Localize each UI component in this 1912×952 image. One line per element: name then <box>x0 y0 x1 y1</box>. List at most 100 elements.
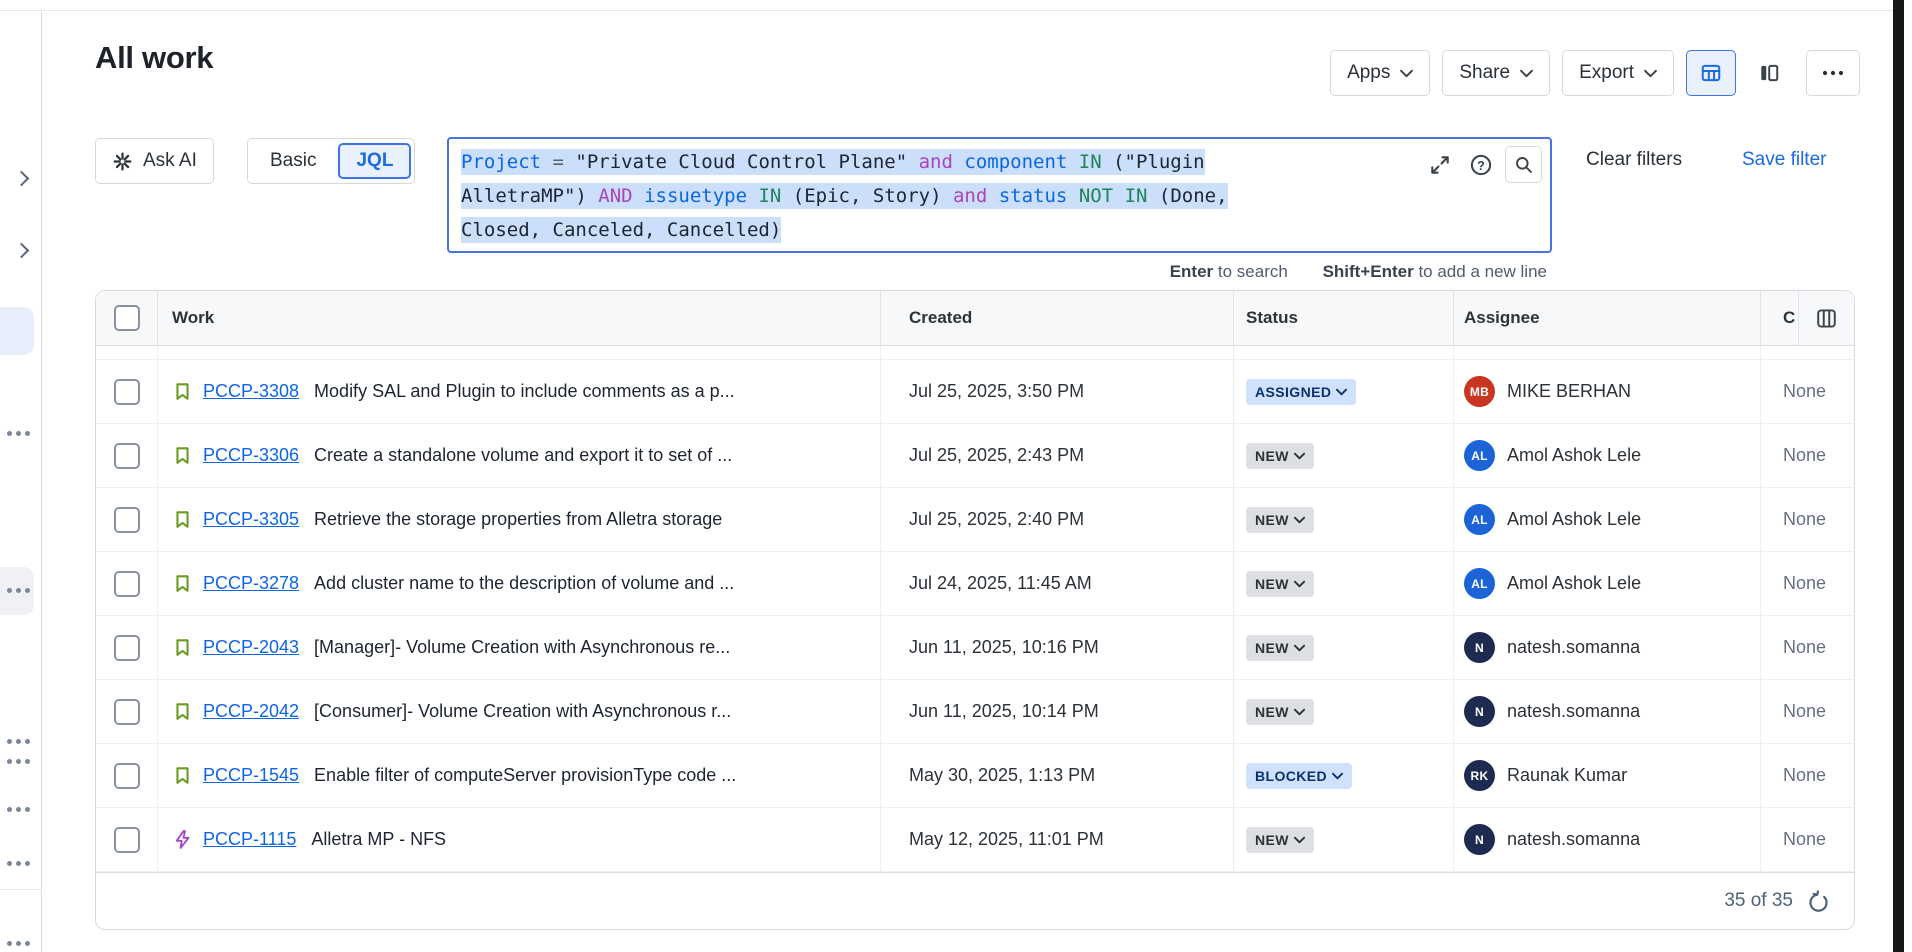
expand-editor-button[interactable] <box>1423 148 1457 182</box>
hint-enter-key: Enter <box>1170 262 1213 281</box>
table-row[interactable]: PCCP-3278 Add cluster name to the descri… <box>96 552 1854 616</box>
sidebar-fragment-block-gray[interactable] <box>0 567 34 615</box>
story-icon <box>172 637 193 658</box>
story-icon <box>172 509 193 530</box>
avatar: N <box>1464 696 1495 727</box>
detail-view-button[interactable] <box>1744 50 1794 96</box>
status-label: ASSIGNED <box>1255 384 1331 400</box>
sidebar-fragment-block-blue[interactable] <box>0 307 34 355</box>
status-badge[interactable]: NEW <box>1246 443 1314 469</box>
column-header-created[interactable]: Created <box>881 291 1234 345</box>
clear-filters-button[interactable]: Clear filters <box>1580 148 1688 172</box>
category-cell: None <box>1761 424 1854 487</box>
export-button-label: Export <box>1579 62 1634 84</box>
issue-summary: [Manager]- Volume Creation with Asynchro… <box>309 637 730 658</box>
issue-key-link[interactable]: PCCP-2043 <box>203 637 299 658</box>
avatar: RK <box>1464 760 1495 791</box>
column-header-status[interactable]: Status <box>1234 291 1454 345</box>
sidebar-fragment-dots <box>7 807 12 812</box>
category-cell: None <box>1761 744 1854 807</box>
category-cell: None <box>1761 488 1854 551</box>
table-header: Work Created Status Assignee C <box>96 291 1854 346</box>
chevron-down-icon <box>1332 772 1343 780</box>
avatar: N <box>1464 632 1495 663</box>
avatar: MB <box>1464 376 1495 407</box>
search-button[interactable] <box>1505 146 1542 183</box>
story-icon <box>172 701 193 722</box>
issue-key-link[interactable]: PCCP-3306 <box>203 445 299 466</box>
row-checkbox[interactable] <box>114 699 140 725</box>
story-icon <box>172 573 193 594</box>
issue-key-link[interactable]: PCCP-1115 <box>203 829 296 850</box>
category-cell: None <box>1761 616 1854 679</box>
table-row[interactable]: PCCP-2043 [Manager]- Volume Creation wit… <box>96 616 1854 680</box>
column-header-work[interactable]: Work <box>158 291 881 345</box>
table-row[interactable]: PCCP-2042 [Consumer]- Volume Creation wi… <box>96 680 1854 744</box>
select-all-checkbox[interactable] <box>114 305 140 331</box>
row-checkbox[interactable] <box>114 827 140 853</box>
issue-key-link[interactable]: PCCP-1545 <box>203 765 299 786</box>
status-badge[interactable]: NEW <box>1246 571 1314 597</box>
page-title: All work <box>95 40 213 76</box>
issue-key-link[interactable]: PCCP-2042 <box>203 701 299 722</box>
status-badge[interactable]: ASSIGNED <box>1246 379 1356 405</box>
created-cell: Jul 25, 2025, 2:40 PM <box>881 488 1234 551</box>
row-checkbox[interactable] <box>114 635 140 661</box>
sidebar-fragment-dots <box>7 431 12 436</box>
columns-settings-button[interactable] <box>1798 291 1854 345</box>
search-icon <box>1514 155 1534 175</box>
status-label: NEW <box>1255 704 1289 720</box>
issue-key-link[interactable]: PCCP-3305 <box>203 509 299 530</box>
table-row[interactable]: PCCP-1545 Enable filter of computeServer… <box>96 744 1854 808</box>
avatar: N <box>1464 824 1495 855</box>
status-badge[interactable]: NEW <box>1246 635 1314 661</box>
issue-key-link[interactable]: PCCP-3308 <box>203 381 299 402</box>
table-view-button[interactable] <box>1686 50 1736 96</box>
status-label: NEW <box>1255 512 1289 528</box>
story-icon <box>172 381 193 402</box>
row-checkbox[interactable] <box>114 507 140 533</box>
apps-button[interactable]: Apps <box>1330 50 1430 96</box>
table-row[interactable]: PCCP-3308 Modify SAL and Plugin to inclu… <box>96 360 1854 424</box>
columns-icon <box>1815 307 1838 330</box>
basic-mode-tab[interactable]: Basic <box>248 150 338 172</box>
more-actions-button[interactable] <box>1806 50 1860 96</box>
status-badge[interactable]: NEW <box>1246 507 1314 533</box>
export-button[interactable]: Export <box>1562 50 1674 96</box>
save-filter-button[interactable]: Save filter <box>1736 148 1832 172</box>
jql-mode-tab[interactable]: JQL <box>338 143 411 179</box>
row-checkbox[interactable] <box>114 571 140 597</box>
column-header-assignee[interactable]: Assignee <box>1454 291 1761 345</box>
sidebar-fragment-chevron[interactable] <box>14 171 30 187</box>
table-row[interactable]: PCCP-3306 Create a standalone volume and… <box>96 424 1854 488</box>
table-body: PCCP-3308 Modify SAL and Plugin to inclu… <box>96 360 1854 872</box>
row-checkbox[interactable] <box>114 443 140 469</box>
assignee-name: Raunak Kumar <box>1507 765 1627 786</box>
work-table: Work Created Status Assignee C PCCP-3308… <box>95 290 1855 930</box>
row-checkbox[interactable] <box>114 763 140 789</box>
status-badge[interactable]: NEW <box>1246 699 1314 725</box>
ask-ai-button[interactable]: Ask AI <box>95 138 214 184</box>
status-badge[interactable]: BLOCKED <box>1246 763 1352 789</box>
status-badge[interactable]: NEW <box>1246 827 1314 853</box>
sidebar-fragment-rule <box>0 889 41 890</box>
chevron-down-icon <box>1644 69 1657 78</box>
syntax-help-button[interactable]: ? <box>1464 148 1498 182</box>
issue-key-link[interactable]: PCCP-3278 <box>203 573 299 594</box>
sidebar-fragment-dots <box>7 588 12 593</box>
issue-summary: Add cluster name to the description of v… <box>309 573 734 594</box>
status-label: BLOCKED <box>1255 768 1327 784</box>
row-checkbox[interactable] <box>114 379 140 405</box>
share-button[interactable]: Share <box>1442 50 1550 96</box>
created-cell: Jun 11, 2025, 10:14 PM <box>881 680 1234 743</box>
chevron-down-icon <box>1520 69 1533 78</box>
created-cell: Jun 11, 2025, 10:16 PM <box>881 616 1234 679</box>
table-row[interactable]: PCCP-1115 Alletra MP - NFS May 12, 2025,… <box>96 808 1854 872</box>
jql-input[interactable]: Project = "Private Cloud Control Plane" … <box>447 137 1552 253</box>
help-icon: ? <box>1469 153 1493 177</box>
table-row[interactable]: PCCP-3305 Retrieve the storage propertie… <box>96 488 1854 552</box>
created-cell: May 30, 2025, 1:13 PM <box>881 744 1234 807</box>
status-label: NEW <box>1255 448 1289 464</box>
sidebar-fragment-chevron[interactable] <box>14 243 30 259</box>
refresh-button[interactable] <box>1807 890 1830 913</box>
